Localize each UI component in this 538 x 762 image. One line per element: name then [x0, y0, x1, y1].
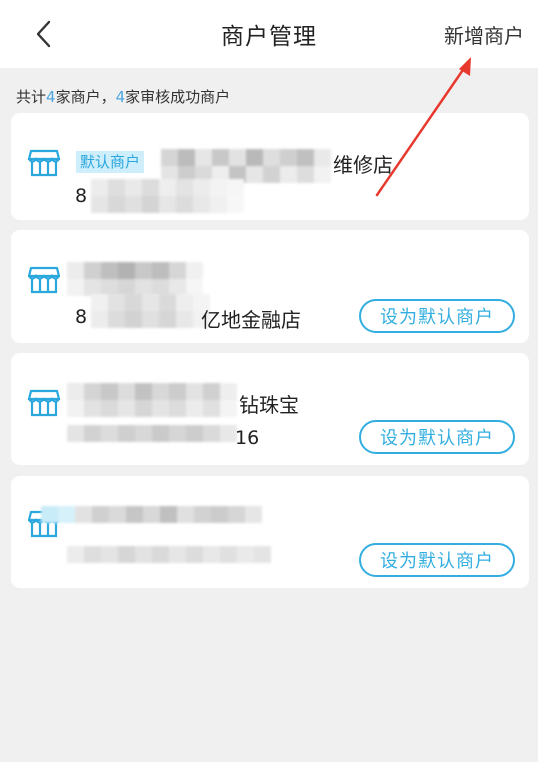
storefront-icon [28, 266, 60, 294]
top-bar: 商户管理 新增商户 [0, 0, 538, 68]
summary-approved-count: 4 [115, 88, 126, 106]
merchant-card-1[interactable]: 默认商户 维修店 8 [11, 113, 529, 220]
storefront-icon [28, 149, 60, 177]
merchant-name: 维修店 [333, 153, 393, 177]
merchant-card-4[interactable]: 设为默认商户 [11, 476, 529, 588]
redacted-merchant-code [91, 179, 244, 213]
set-default-merchant-button[interactable]: 设为默认商户 [359, 543, 515, 577]
summary-prefix: 共计 [16, 88, 47, 106]
merchant-code: 16 [235, 427, 260, 449]
merchant-name: 亿地金融店 [201, 308, 301, 332]
summary-middle: 家商户， [55, 88, 116, 106]
redacted-merchant-name [41, 506, 262, 523]
set-default-merchant-button[interactable]: 设为默认商户 [359, 299, 515, 333]
back-button[interactable] [24, 14, 64, 54]
merchant-card-2[interactable]: 8 亿地金融店 设为默认商户 [11, 230, 529, 343]
redacted-merchant-code [91, 294, 210, 328]
add-merchant-button[interactable]: 新增商户 [444, 20, 524, 49]
redacted-merchant-code [67, 546, 271, 563]
set-default-merchant-button[interactable]: 设为默认商户 [359, 420, 515, 454]
merchant-code: 8 [75, 306, 88, 328]
storefront-icon [28, 389, 60, 417]
redacted-merchant-name [67, 262, 203, 296]
redacted-merchant-name [67, 383, 237, 417]
chevron-left-icon [36, 20, 51, 48]
merchant-card-3[interactable]: 钻珠宝 16 设为默认商户 [11, 353, 529, 465]
merchant-code: 8 [75, 185, 88, 207]
merchant-name: 钻珠宝 [239, 393, 299, 417]
summary-total-count: 4 [46, 88, 56, 106]
summary-suffix: 家审核成功商户 [125, 88, 231, 106]
default-merchant-badge: 默认商户 [76, 151, 145, 173]
page-title: 商户管理 [221, 24, 317, 50]
redacted-merchant-code [67, 425, 237, 442]
merchant-summary: 共计4家商户，4家审核成功商户 [16, 86, 230, 107]
redacted-merchant-name [161, 149, 331, 183]
